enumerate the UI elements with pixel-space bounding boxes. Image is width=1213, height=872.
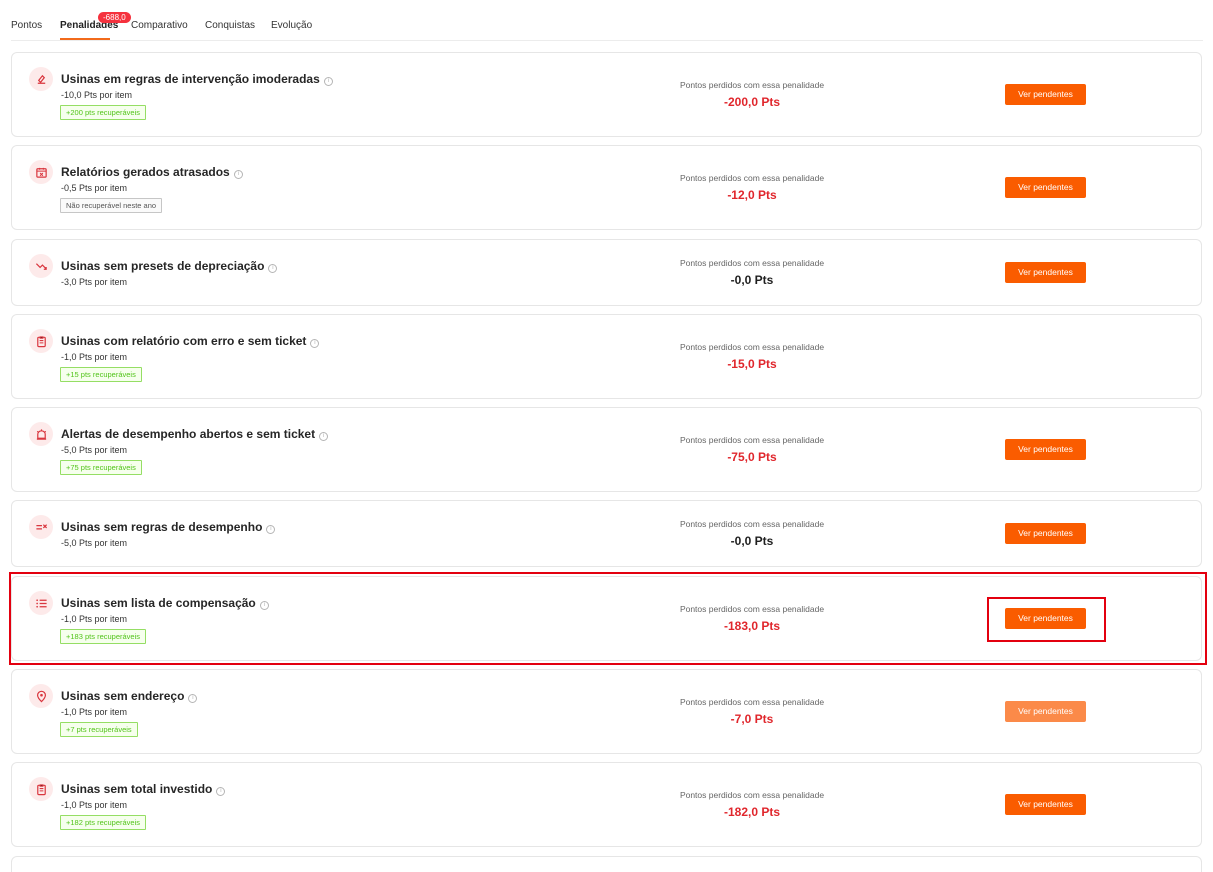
penalty-card: Usinas sem regras de desempenho i -5,0 Pts… xyxy=(11,500,1202,567)
ver-pendentes-button[interactable]: Ver pendentes xyxy=(1005,701,1086,722)
ver-pendentes-button[interactable]: Ver pendentes xyxy=(1005,794,1086,815)
penalty-tabs: Pontos Penalidades -688,0 Comparativo Co… xyxy=(11,0,1203,41)
tab-pontos[interactable]: Pontos xyxy=(11,20,42,31)
location-pin-icon xyxy=(36,690,46,702)
penalty-title-text: Alertas de desempenho abertos e sem tick… xyxy=(61,427,316,441)
active-tab-indicator xyxy=(60,38,110,40)
points-lost-value: -12,0 Pts xyxy=(727,188,777,202)
penalty-title-text: Usinas sem regras de desempenho xyxy=(61,520,263,534)
penalty-card: Relatórios gerados atrasados i -0,5 Pts po… xyxy=(11,145,1202,230)
points-lost-label: Pontos perdidos com essa penalidade xyxy=(679,258,825,268)
penalty-card: Usinas sem total investido i -1,0 Pts por … xyxy=(11,762,1202,847)
penalty-title-text: Relatórios gerados atrasados xyxy=(61,165,230,179)
penalty-icon-wrap xyxy=(29,254,53,278)
trend-down-icon xyxy=(35,262,47,270)
penalty-points-per-item: -10,0 Pts por item xyxy=(61,90,133,100)
points-lost-value: -200,0 Pts xyxy=(723,95,781,109)
penalty-icon-wrap xyxy=(29,777,53,801)
points-lost-label: Pontos perdidos com essa penalidade xyxy=(679,342,825,352)
info-icon[interactable]: i xyxy=(268,264,278,273)
points-lost-label: Pontos perdidos com essa penalidade xyxy=(679,697,825,707)
alarm-icon xyxy=(36,428,46,440)
penalty-title: Usinas sem presets de depreciação i xyxy=(61,259,278,273)
clipboard-icon xyxy=(36,335,46,347)
info-icon[interactable]: i xyxy=(319,432,329,441)
penalty-icon-wrap xyxy=(29,684,53,708)
penalty-title: Relatórios gerados atrasados i xyxy=(61,165,243,179)
info-icon[interactable]: i xyxy=(233,170,243,179)
penalty-title: Usinas sem total investido i xyxy=(61,782,226,796)
ver-pendentes-button[interactable]: Ver pendentes xyxy=(1005,262,1086,283)
ver-pendentes-button[interactable]: Ver pendentes xyxy=(1005,177,1086,198)
penalty-points-per-item: -1,0 Pts por item xyxy=(61,707,128,717)
penalty-title: Alertas de desempenho abertos e sem tick… xyxy=(61,427,329,441)
penalty-icon-wrap xyxy=(29,329,53,353)
highlight-box-button xyxy=(987,597,1106,642)
penalty-points-per-item: -1,0 Pts por item xyxy=(61,800,128,810)
points-lost-value: -15,0 Pts xyxy=(727,357,777,371)
penalty-card: Usinas com relatório com erro e sem tick… xyxy=(11,314,1202,399)
points-lost-label: Pontos perdidos com essa penalidade xyxy=(679,790,825,800)
penalty-card-partial xyxy=(11,856,1202,872)
points-lost-value: -7,0 Pts xyxy=(730,712,774,726)
penalty-title: Usinas sem regras de desempenho i xyxy=(61,520,276,534)
penalty-icon-wrap xyxy=(29,67,53,91)
penalty-title-text: Usinas sem presets de depreciação xyxy=(61,259,265,273)
penalty-points-per-item: -5,0 Pts por item xyxy=(61,538,128,548)
recovery-tag: +7 pts recuperáveis xyxy=(60,722,138,737)
penalty-total-badge: -688,0 xyxy=(98,12,131,23)
penalty-points-per-item: -3,0 Pts por item xyxy=(61,277,128,287)
tab-comparativo[interactable]: Comparativo xyxy=(131,20,188,31)
penalty-icon-wrap xyxy=(29,160,53,184)
ver-pendentes-button[interactable]: Ver pendentes xyxy=(1005,84,1086,105)
penalty-title: Usinas com relatório com erro e sem tick… xyxy=(61,334,320,348)
info-icon[interactable]: i xyxy=(266,525,276,534)
list-x-icon xyxy=(35,523,47,529)
clipboard-icon xyxy=(36,783,46,795)
points-lost-value: -0,0 Pts xyxy=(730,534,774,548)
points-lost-label: Pontos perdidos com essa penalidade xyxy=(679,173,825,183)
penalty-title-text: Usinas sem total investido xyxy=(61,782,213,796)
ver-pendentes-button[interactable]: Ver pendentes xyxy=(1005,523,1086,544)
recovery-tag: +75 pts recuperáveis xyxy=(60,460,142,475)
info-icon[interactable]: i xyxy=(323,77,333,86)
penalty-card: Alertas de desempenho abertos e sem tick… xyxy=(11,407,1202,492)
recovery-tag: +182 pts recuperáveis xyxy=(60,815,147,830)
penalty-card: Usinas sem presets de depreciação i -3,0 P… xyxy=(11,239,1202,306)
points-lost-label: Pontos perdidos com essa penalidade xyxy=(679,435,825,445)
recovery-tag: +15 pts recuperáveis xyxy=(60,367,142,382)
penalty-points-per-item: -5,0 Pts por item xyxy=(61,445,128,455)
penalty-card: Usinas sem endereço i -1,0 Pts por item +7 … xyxy=(11,669,1202,754)
recovery-tag: +200 pts recuperáveis xyxy=(60,105,147,120)
penalty-points-per-item: -0,5 Pts por item xyxy=(61,183,128,193)
tab-evolucao[interactable]: Evolução xyxy=(271,20,312,31)
recovery-tag: Não recuperável neste ano xyxy=(60,198,163,213)
info-icon[interactable]: i xyxy=(310,339,320,348)
info-icon[interactable]: i xyxy=(188,694,198,703)
tab-conquistas[interactable]: Conquistas xyxy=(205,20,255,31)
penalty-icon-wrap xyxy=(29,422,53,446)
calendar-x-icon xyxy=(35,167,47,178)
penalty-title: Usinas em regras de intervenção imoderad… xyxy=(61,72,333,86)
info-icon[interactable]: i xyxy=(216,787,226,796)
ver-pendentes-button[interactable]: Ver pendentes xyxy=(1005,439,1086,460)
points-lost-value: -0,0 Pts xyxy=(730,273,774,287)
points-lost-value: -182,0 Pts xyxy=(723,805,781,819)
points-lost-value: -75,0 Pts xyxy=(727,450,777,464)
penalty-title-text: Usinas em regras de intervenção imoderad… xyxy=(61,72,320,86)
penalty-icon-wrap xyxy=(29,515,53,539)
points-lost-label: Pontos perdidos com essa penalidade xyxy=(679,519,825,529)
points-lost-label: Pontos perdidos com essa penalidade xyxy=(679,80,825,90)
penalty-title: Usinas sem endereço i xyxy=(61,689,198,703)
penalty-points-per-item: -1,0 Pts por item xyxy=(61,352,128,362)
penalty-title-text: Usinas sem endereço xyxy=(61,689,185,703)
penalty-title-text: Usinas com relatório com erro e sem tick… xyxy=(61,334,307,348)
rules-icon xyxy=(37,74,45,84)
penalty-card: Usinas em regras de intervenção imoderad… xyxy=(11,52,1202,137)
